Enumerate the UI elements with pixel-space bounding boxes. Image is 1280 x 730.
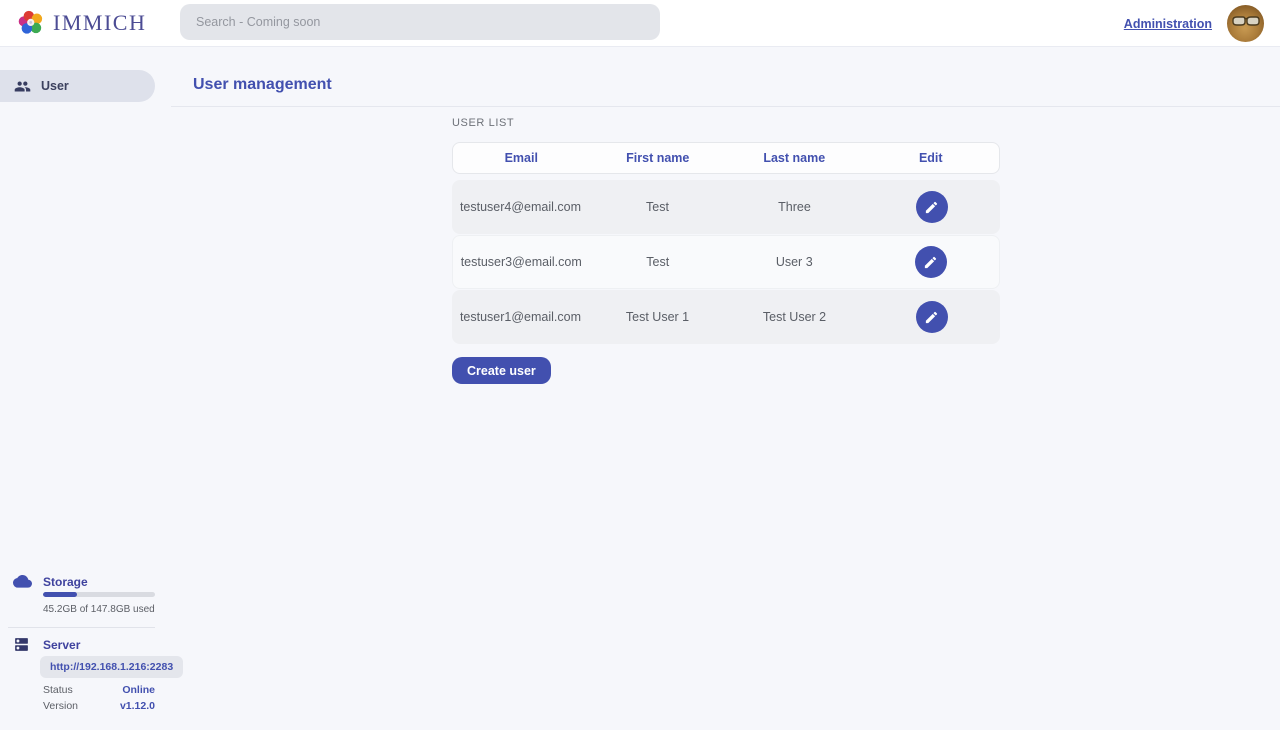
storage-usage-text: 45.2GB of 147.8GB used bbox=[43, 604, 155, 615]
server-title: Server bbox=[43, 638, 80, 652]
storage-title: Storage bbox=[43, 575, 88, 589]
table-row: testuser3@email.com Test User 3 bbox=[452, 235, 1000, 289]
cell-last-name: Three bbox=[726, 200, 863, 214]
table-row: testuser4@email.com Test Three bbox=[452, 180, 1000, 234]
edit-user-button[interactable] bbox=[916, 301, 948, 333]
storage-progress-fill bbox=[43, 592, 77, 597]
sidebar-item-label: User bbox=[41, 79, 69, 93]
edit-user-button[interactable] bbox=[915, 246, 947, 278]
status-label: Status bbox=[43, 684, 73, 696]
pencil-icon bbox=[923, 255, 938, 270]
user-list-heading: USER LIST bbox=[452, 117, 514, 129]
column-header-first-name: First name bbox=[590, 151, 727, 165]
version-label: Version bbox=[43, 700, 78, 712]
create-user-button[interactable]: Create user bbox=[452, 357, 551, 384]
cell-email: testuser1@email.com bbox=[452, 310, 589, 324]
sidebar-item-user[interactable]: User bbox=[0, 70, 155, 102]
page-title: User management bbox=[193, 76, 332, 94]
content-divider bbox=[171, 106, 1280, 107]
app-header: IMMICH Administration bbox=[0, 0, 1280, 47]
cell-email: testuser4@email.com bbox=[452, 200, 589, 214]
pencil-icon bbox=[924, 200, 939, 215]
cloud-icon bbox=[13, 573, 32, 593]
immich-flower-icon bbox=[18, 9, 46, 37]
storage-progress-bar bbox=[43, 592, 155, 597]
users-icon bbox=[14, 78, 31, 95]
header-right: Administration bbox=[1124, 0, 1264, 47]
cell-email: testuser3@email.com bbox=[453, 255, 590, 269]
administration-link[interactable]: Administration bbox=[1124, 17, 1212, 31]
cell-last-name: User 3 bbox=[726, 255, 863, 269]
table-row: testuser1@email.com Test User 1 Test Use… bbox=[452, 290, 1000, 344]
version-value: v1.12.0 bbox=[120, 700, 155, 712]
search-input[interactable] bbox=[180, 4, 660, 40]
column-header-email: Email bbox=[453, 151, 590, 165]
status-value: Online bbox=[122, 684, 155, 696]
user-table-body: testuser4@email.com Test Three testuser3… bbox=[452, 180, 1000, 344]
immich-logo[interactable]: IMMICH bbox=[18, 9, 146, 37]
server-status-row: Status Online bbox=[43, 684, 155, 696]
server-url-badge: http://192.168.1.216:2283 bbox=[40, 656, 183, 678]
avatar-glasses-image bbox=[1231, 14, 1261, 30]
user-avatar[interactable] bbox=[1227, 5, 1264, 42]
server-icon bbox=[13, 636, 30, 658]
sidebar-divider bbox=[8, 627, 155, 628]
edit-user-button[interactable] bbox=[916, 191, 948, 223]
server-version-row: Version v1.12.0 bbox=[43, 700, 155, 712]
cell-first-name: Test bbox=[589, 200, 726, 214]
cell-last-name: Test User 2 bbox=[726, 310, 863, 324]
pencil-icon bbox=[924, 310, 939, 325]
column-header-edit: Edit bbox=[863, 151, 1000, 165]
cell-first-name: Test User 1 bbox=[589, 310, 726, 324]
column-header-last-name: Last name bbox=[726, 151, 863, 165]
logo-text: IMMICH bbox=[53, 10, 146, 36]
cell-first-name: Test bbox=[590, 255, 727, 269]
user-table-header: Email First name Last name Edit bbox=[452, 142, 1000, 174]
